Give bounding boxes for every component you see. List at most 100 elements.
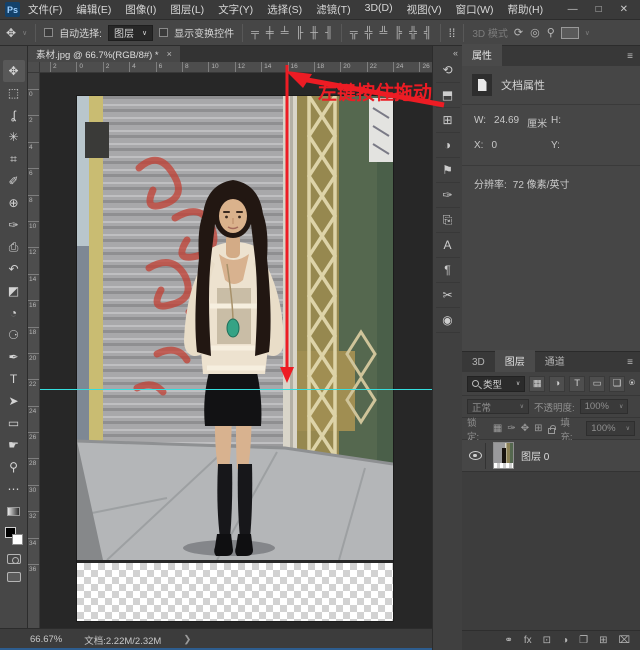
close-tab-icon[interactable]: ×	[167, 49, 172, 59]
maximize-button[interactable]: □	[596, 4, 602, 15]
panel-menu-icon[interactable]: ≡	[620, 357, 640, 372]
ruler-corner[interactable]	[28, 62, 40, 73]
zoom-tool[interactable]: ⚲	[3, 456, 25, 478]
lasso-tool[interactable]: ʆ	[3, 104, 25, 126]
menu-item[interactable]: 滤镜(T)	[316, 2, 350, 17]
distribute-bottom-edges-icon[interactable]: ╩	[379, 27, 387, 39]
show-transform-checkbox[interactable]	[159, 28, 169, 37]
orbit-3d-icon[interactable]: ◎	[530, 26, 540, 39]
filter-kind-dropdown[interactable]: 类型 ∨	[467, 375, 526, 392]
move-tool[interactable]: ✥	[2, 60, 25, 82]
align-right-edges-icon[interactable]: ╢	[325, 27, 333, 39]
rotate-view-icon[interactable]: ⟳	[514, 26, 523, 39]
status-chevron-icon[interactable]: ❯	[183, 634, 191, 645]
new-adjustment-layer-icon[interactable]: ◑	[562, 635, 568, 646]
horizontal-ruler[interactable]: 2 0 2 4 6 8 10 12 14 16 18 20 22 24 26	[40, 62, 432, 73]
expand-panels-icon[interactable]: «	[453, 48, 458, 58]
align-bottom-edges-icon[interactable]: ╧	[281, 27, 289, 39]
fill-field[interactable]: 100% ∨	[586, 421, 635, 436]
tab-properties[interactable]: 属性	[462, 44, 502, 66]
auto-select-checkbox[interactable]	[44, 28, 54, 37]
crop-tool[interactable]: ⌗	[3, 148, 25, 170]
auto-align-icon[interactable]: ⁞⁞	[449, 27, 456, 39]
swatches-icon[interactable]: ⬒	[435, 83, 460, 108]
filter-type-layers-icon[interactable]: T	[569, 375, 586, 392]
healing-brush-tool[interactable]: ⊕	[3, 192, 25, 214]
adjustments-icon[interactable]: ◑	[435, 133, 460, 158]
close-button[interactable]: ✕	[620, 4, 628, 15]
distribute-horizontal-centers-icon[interactable]: ╬	[409, 27, 417, 39]
lock-artboard-icon[interactable]: ⊞	[534, 423, 542, 434]
tool-preset-chevron-icon[interactable]: ∨	[22, 29, 27, 37]
move-tool-icon[interactable]: ✥	[6, 27, 16, 39]
menu-item[interactable]: 视图(V)	[407, 2, 442, 17]
align-horizontal-centers-icon[interactable]: ╫	[310, 27, 318, 39]
history-icon[interactable]: ⟲	[435, 58, 460, 83]
layer-name[interactable]: 图层 0	[521, 448, 549, 463]
distribute-right-edges-icon[interactable]: ╣	[424, 27, 432, 39]
distribute-vertical-centers-icon[interactable]: ╬	[365, 27, 373, 39]
blend-mode-dropdown[interactable]: 正常 ∨	[467, 399, 529, 414]
background-color[interactable]	[11, 534, 23, 545]
delete-layer-icon[interactable]: ⌧	[618, 635, 630, 646]
menu-item[interactable]: 选择(S)	[267, 2, 302, 17]
x-value[interactable]: 0	[491, 140, 497, 151]
clone-stamp-tool[interactable]: ⎙	[3, 236, 25, 258]
quick-mask-button[interactable]	[6, 554, 21, 564]
history-brush-tool[interactable]: ↶	[3, 258, 25, 280]
vertical-ruler[interactable]: 0 2 4 6 8 10 12 14 16 18 20 22 24 26 28 30 32 34 36	[28, 73, 40, 628]
distribute-top-edges-icon[interactable]: ╦	[350, 27, 358, 39]
paragraph-icon[interactable]: ¶	[435, 258, 460, 283]
minimize-button[interactable]: —	[568, 4, 578, 15]
menu-item[interactable]: 图层(L)	[170, 2, 204, 17]
new-layer-icon[interactable]: ⊞	[599, 635, 607, 646]
path-selection-tool[interactable]: ➤	[3, 390, 25, 412]
eraser-tool[interactable]: ◩	[3, 280, 25, 302]
type-tool[interactable]: T	[3, 368, 25, 390]
marquee-tool[interactable]: ⬚	[3, 82, 25, 104]
dodge-tool[interactable]: ⚆	[3, 324, 25, 346]
workspace-layout-icon[interactable]	[560, 26, 579, 39]
layer-effects-icon[interactable]: fx	[524, 635, 532, 646]
horizontal-guide-line[interactable]	[40, 389, 432, 390]
menu-item[interactable]: 文字(Y)	[218, 2, 253, 17]
align-vertical-centers-icon[interactable]: ╪	[266, 27, 274, 39]
canvas-area[interactable]: 左键按住拖动	[40, 65, 445, 628]
tab-3d[interactable]: 3D	[462, 354, 495, 372]
document-tab[interactable]: 素材.jpg @ 66.7%(RGB/8#) * ×	[28, 46, 180, 62]
tab-channels[interactable]: 通道	[535, 350, 575, 372]
shape-tool[interactable]: ▭	[3, 412, 25, 434]
brush-settings-icon[interactable]: ✑	[435, 183, 460, 208]
blur-tool[interactable]: ◔	[3, 302, 25, 324]
clone-source-icon[interactable]: ⎘	[435, 208, 460, 233]
actions-icon[interactable]: ✂	[435, 283, 460, 308]
chevron-down-icon[interactable]: ∨	[585, 29, 590, 37]
lock-transparency-icon[interactable]: ▦	[493, 423, 502, 434]
menu-item[interactable]: 3D(D)	[365, 2, 393, 17]
menu-item[interactable]: 图像(I)	[125, 2, 156, 17]
layer-thumbnail[interactable]	[493, 442, 514, 469]
link-layers-icon[interactable]: ⚭	[505, 635, 513, 646]
zoom-tool-icon[interactable]: ⚲	[547, 26, 555, 39]
hand-tool[interactable]: ☛	[3, 434, 25, 456]
new-group-icon[interactable]: ❐	[579, 635, 588, 646]
auto-select-dropdown[interactable]: 图层 ∨	[107, 24, 154, 41]
lock-all-icon[interactable]	[547, 424, 556, 434]
lock-position-icon[interactable]: ✥	[521, 423, 529, 434]
document-canvas[interactable]	[76, 95, 394, 621]
menu-item[interactable]: 窗口(W)	[456, 2, 494, 17]
color-swatches[interactable]	[4, 526, 24, 546]
menu-item[interactable]: 编辑(E)	[76, 2, 111, 17]
tab-layers[interactable]: 图层	[494, 350, 535, 372]
info-icon[interactable]: ⊞	[435, 108, 460, 133]
styles-icon[interactable]: ⚑	[435, 158, 460, 183]
add-mask-icon[interactable]: ⊡	[543, 635, 551, 646]
distribute-left-edges-icon[interactable]: ╠	[394, 27, 402, 39]
panel-menu-icon[interactable]: ≡	[620, 51, 640, 66]
menu-item[interactable]: 文件(F)	[28, 2, 62, 17]
opacity-field[interactable]: 100% ∨	[579, 399, 629, 414]
align-left-edges-icon[interactable]: ╟	[295, 27, 303, 39]
layer-row[interactable]: 图层 0	[462, 440, 640, 472]
lock-paint-icon[interactable]: ✑	[507, 423, 515, 434]
eyedropper-tool[interactable]: ✐	[3, 170, 25, 192]
